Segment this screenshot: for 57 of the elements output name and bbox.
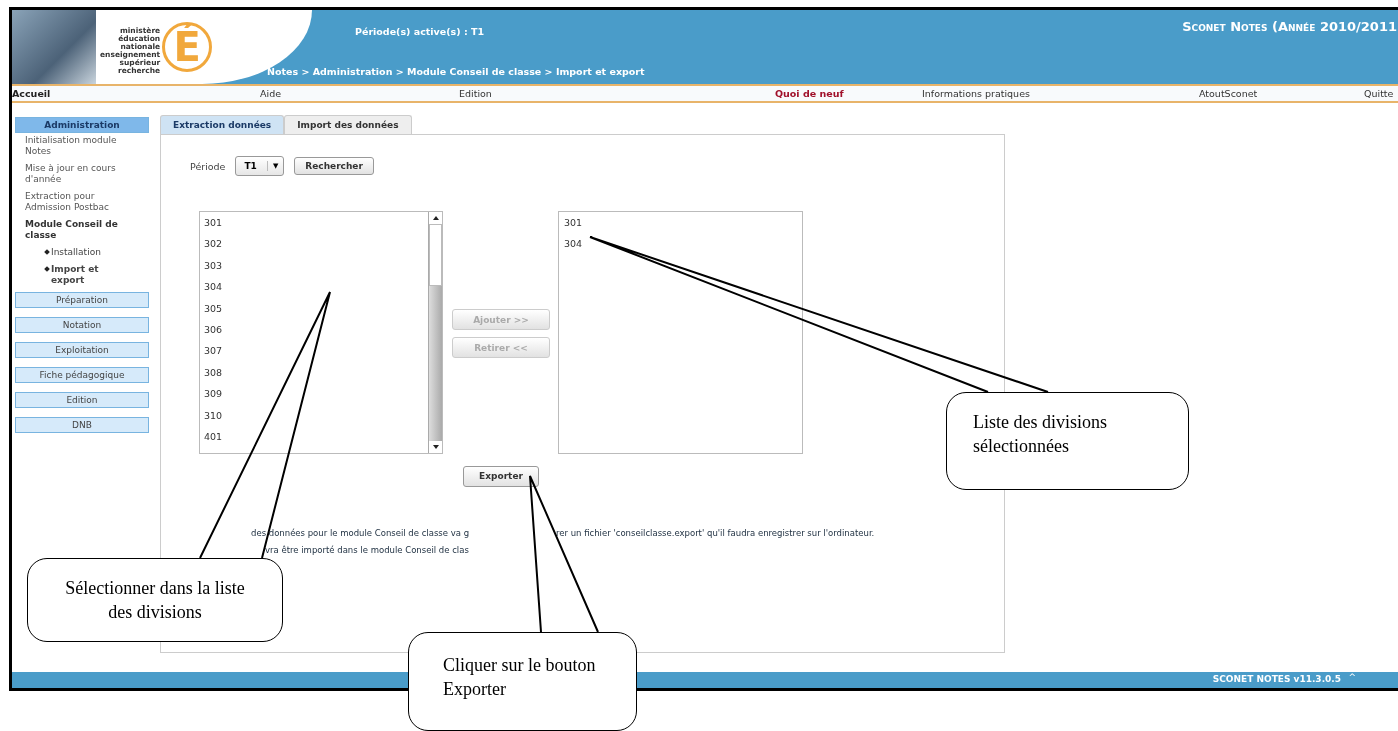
arrow-down-icon[interactable] xyxy=(432,445,439,450)
list-item[interactable]: 303 xyxy=(204,257,424,280)
list-item[interactable]: 401 xyxy=(204,428,424,451)
logo-letter: É xyxy=(162,22,213,72)
callout-bubble: Cliquer sur le bouton Exporter xyxy=(408,632,637,731)
list-item[interactable]: 308 xyxy=(204,364,424,387)
sidebar-section[interactable]: Administration xyxy=(15,117,149,133)
info-text: des données pour le module Conseil de classe va g xyxy=(251,526,471,540)
sidebar-item[interactable]: Extraction pour Admission Postbac xyxy=(15,191,137,213)
menu-link[interactable]: AtoutSconet xyxy=(1199,88,1364,99)
list-item[interactable]: 305 xyxy=(204,300,424,322)
sidebar-section[interactable]: DNB xyxy=(15,417,149,433)
selected-list[interactable]: 301 304 xyxy=(558,211,803,454)
menu-link[interactable]: Aide xyxy=(260,88,459,99)
menu-link[interactable]: Informations pratiques xyxy=(922,88,1199,99)
search-button[interactable]: Rechercher xyxy=(294,157,374,175)
list-item[interactable]: 304 xyxy=(564,236,797,258)
scrollbar[interactable] xyxy=(428,212,442,453)
sidebar-section[interactable]: Exploitation xyxy=(15,342,149,358)
active-periods: Période(s) active(s) : T1 xyxy=(355,26,485,37)
version-text: SCONET NOTES v11.3.0.5 xyxy=(1212,674,1341,684)
tab[interactable]: Extraction données xyxy=(160,115,285,134)
sidebar-section[interactable]: Notation xyxy=(15,317,149,333)
tab[interactable]: Import des données xyxy=(284,115,412,134)
list-item[interactable]: 302 xyxy=(204,236,424,258)
app-title: Sconet Notes (Année 2010/2011 xyxy=(1182,19,1397,34)
sidebar-section[interactable]: Préparation xyxy=(15,292,149,308)
sidebar-section[interactable]: Edition xyxy=(15,392,149,408)
bullet-icon xyxy=(44,249,50,255)
breadcrumb: Notes > Administration > Module Conseil de classe > Import et export xyxy=(267,66,645,77)
menu-link[interactable]: Accueil xyxy=(12,88,260,99)
list-item[interactable]: 301 xyxy=(564,215,797,237)
list-item[interactable]: 304 xyxy=(204,279,424,301)
sidebar-section[interactable]: Fiche pédagogique xyxy=(15,367,149,383)
info-text: vra être importé dans le module Conseil de clas xyxy=(265,543,469,557)
sidebar-item[interactable]: Mise à jour en cours d'année xyxy=(15,163,137,185)
period-label: Période xyxy=(190,160,226,172)
callout-bubble: Liste des divisions sélectionnées xyxy=(946,392,1189,490)
callout-bubble: Sélectionner dans la liste des divisions xyxy=(27,558,283,642)
list-item[interactable]: 307 xyxy=(204,343,424,365)
export-button[interactable]: Exporter xyxy=(463,465,539,487)
list-item[interactable]: 306 xyxy=(204,321,424,344)
menu-link[interactable]: Quoi de neuf xyxy=(775,88,922,99)
sidebar-subitem[interactable]: Import et export xyxy=(51,264,121,286)
scrollbar-thumb[interactable] xyxy=(429,224,442,286)
sidebar-subitem[interactable]: Installation xyxy=(51,247,121,258)
list-item[interactable]: 309 xyxy=(204,386,424,408)
list-item[interactable]: 301 xyxy=(204,215,424,237)
bullet-icon xyxy=(44,266,50,272)
arrow-up-icon[interactable] xyxy=(432,216,439,221)
info-text: rer un fichier 'conseilclasse.export' qu'il faudra enregistrer sur l'ordinateur. xyxy=(556,526,875,540)
list-item[interactable]: 310 xyxy=(204,407,424,429)
sidebar-item[interactable]: Initialisation module Notes xyxy=(15,135,137,157)
sidebar-item[interactable]: Module Conseil de classe xyxy=(15,219,137,241)
division-list[interactable]: 301 302 303 304 305 306 307 308 309 310 401 xyxy=(199,211,443,454)
menu-link[interactable]: Quitte xyxy=(1364,88,1398,99)
menu-link[interactable]: Edition xyxy=(459,88,775,99)
